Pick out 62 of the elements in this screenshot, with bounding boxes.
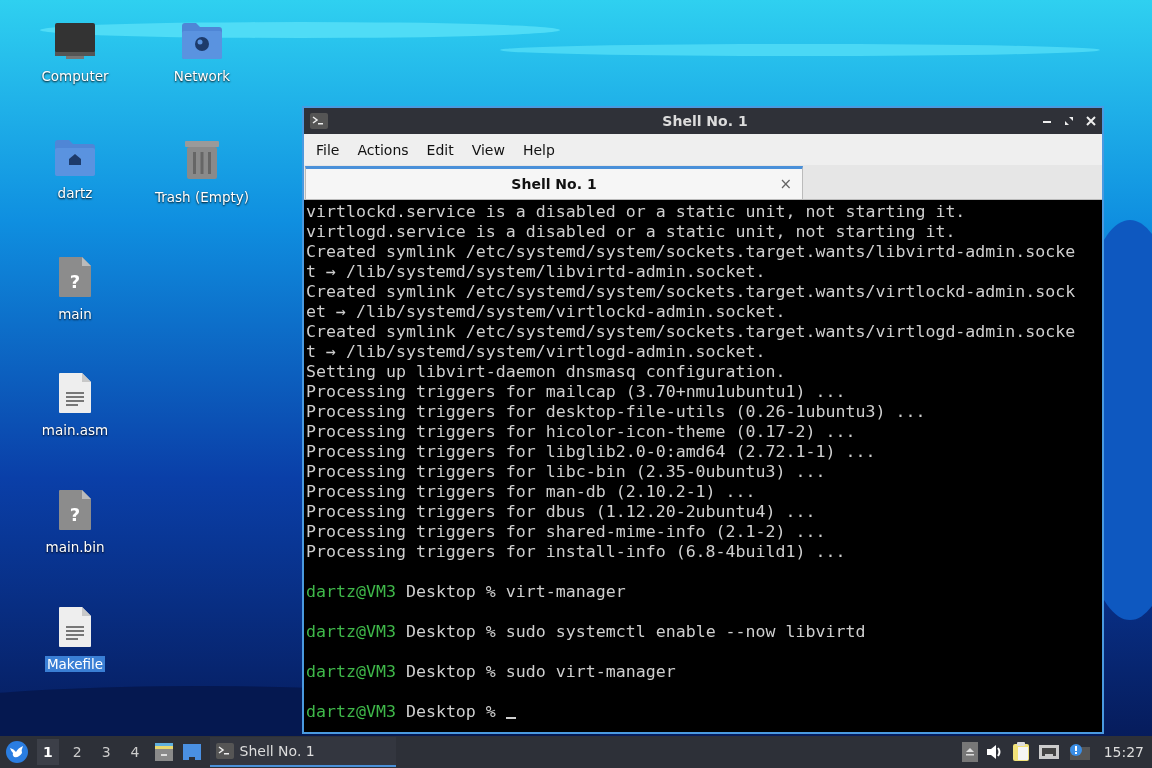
prompt-user: dartz@VM3 [306, 622, 396, 641]
icon-label: main [57, 305, 93, 322]
text-file-icon[interactable] [58, 606, 92, 648]
workspace-button[interactable]: 2 [66, 739, 88, 765]
menu-item[interactable]: Help [513, 141, 564, 158]
output-line: Processing triggers for install-info (6.8-4build1) ... [306, 542, 847, 562]
menu-item[interactable]: View [462, 141, 514, 158]
clock: 15:27 [1103, 744, 1144, 760]
output-line: et → /lib/systemd/system/virtlockd-admin.socket. [306, 302, 787, 322]
monitor-icon[interactable] [54, 22, 96, 60]
desktop-icon[interactable] [181, 743, 202, 761]
terminal-icon [310, 113, 328, 129]
output-line: Created symlink /etc/systemd/system/sockets.target.wants/virtlockd-admin.sock [306, 282, 1077, 302]
icon-label: Trash (Empty) [153, 188, 250, 205]
output-line: Created symlink /etc/systemd/system/sockets.target.wants/virtlogd-admin.socke [306, 322, 1077, 342]
menu-item[interactable]: Actions [348, 141, 418, 158]
command-line: Desktop % virt-manager [405, 582, 626, 601]
bird-icon[interactable] [5, 740, 29, 764]
task-button[interactable]: Shell No. 1 [209, 737, 396, 767]
clipboard-icon[interactable] [1011, 742, 1030, 762]
icon-label: Network [172, 68, 232, 84]
maximize-icon[interactable] [1064, 116, 1074, 126]
menu-item[interactable]: File [307, 141, 349, 158]
workspace-button[interactable]: 3 [95, 739, 117, 765]
prompt-user: dartz@VM3 [306, 582, 396, 601]
workspace-button[interactable]: 1 [37, 739, 59, 765]
icon-label: Computer [40, 68, 110, 84]
icon-label: dartz [56, 184, 94, 201]
window-title: Shell No. 1 [661, 113, 749, 129]
output-line: t → /lib/systemd/system/virtlogd-admin.socket. [306, 342, 767, 362]
text-file-icon[interactable] [58, 372, 92, 415]
network-icon[interactable] [1037, 743, 1060, 761]
output-line: virtlockd.service is a disabled or a static unit, not starting it. [306, 202, 967, 222]
output-line: Setting up libvirt-daemon dnsmasq configuration. [306, 362, 787, 382]
output-line: Processing triggers for dbus (1.12.20-2ubuntu4) ... [306, 502, 817, 522]
prompt-user: dartz@VM3 [306, 662, 396, 681]
output-line: Processing triggers for desktop-file-utils (0.26-1ubuntu3) ... [306, 402, 927, 422]
globe-folder-icon[interactable] [181, 22, 223, 60]
output-line: Processing triggers for shared-mime-info (2.1-2) ... [306, 522, 827, 542]
output-line: Processing triggers for man-db (2.10.2-1) ... [306, 482, 757, 502]
command-line: Desktop % sudo virt-manager [405, 662, 676, 681]
icon-label: main.bin [44, 539, 106, 556]
workspace-button[interactable]: 4 [124, 739, 146, 765]
tab-close-button[interactable]: × [779, 175, 792, 193]
output-line: Processing triggers for libc-bin (2.35-0ubuntu3) ... [306, 462, 827, 482]
file-cabinet-icon[interactable] [153, 742, 174, 762]
terminal-icon [215, 743, 234, 759]
prompt-user: dartz@VM3 [306, 702, 396, 721]
output-line: Processing triggers for mailcap (3.70+nmu1ubuntu1) ... [306, 382, 847, 402]
tab[interactable]: Shell No. 1 × [305, 166, 803, 199]
eject-icon[interactable] [961, 742, 978, 762]
icon-label: main.asm [40, 422, 110, 439]
output-line: t → /lib/systemd/system/libvirtd-admin.socket. [306, 262, 767, 282]
command-line: Desktop % sudo systemctl enable --now libvirtd [405, 622, 866, 641]
close-icon[interactable] [1086, 116, 1096, 126]
notification-icon[interactable] [1067, 743, 1090, 761]
output-line: virtlogd.service is a disabled or a static unit, not starting it. [306, 222, 957, 242]
menu-item[interactable]: Edit [417, 141, 463, 158]
output-line: Processing triggers for libglib2.0-0:amd64 (2.72.1-1) ... [306, 442, 877, 462]
output-line: Created symlink /etc/systemd/system/sockets.target.wants/libvirtd-admin.socke [306, 242, 1077, 262]
output-line: Processing triggers for hicolor-icon-theme (0.17-2) ... [306, 422, 857, 442]
command-line: Desktop % [405, 702, 516, 721]
